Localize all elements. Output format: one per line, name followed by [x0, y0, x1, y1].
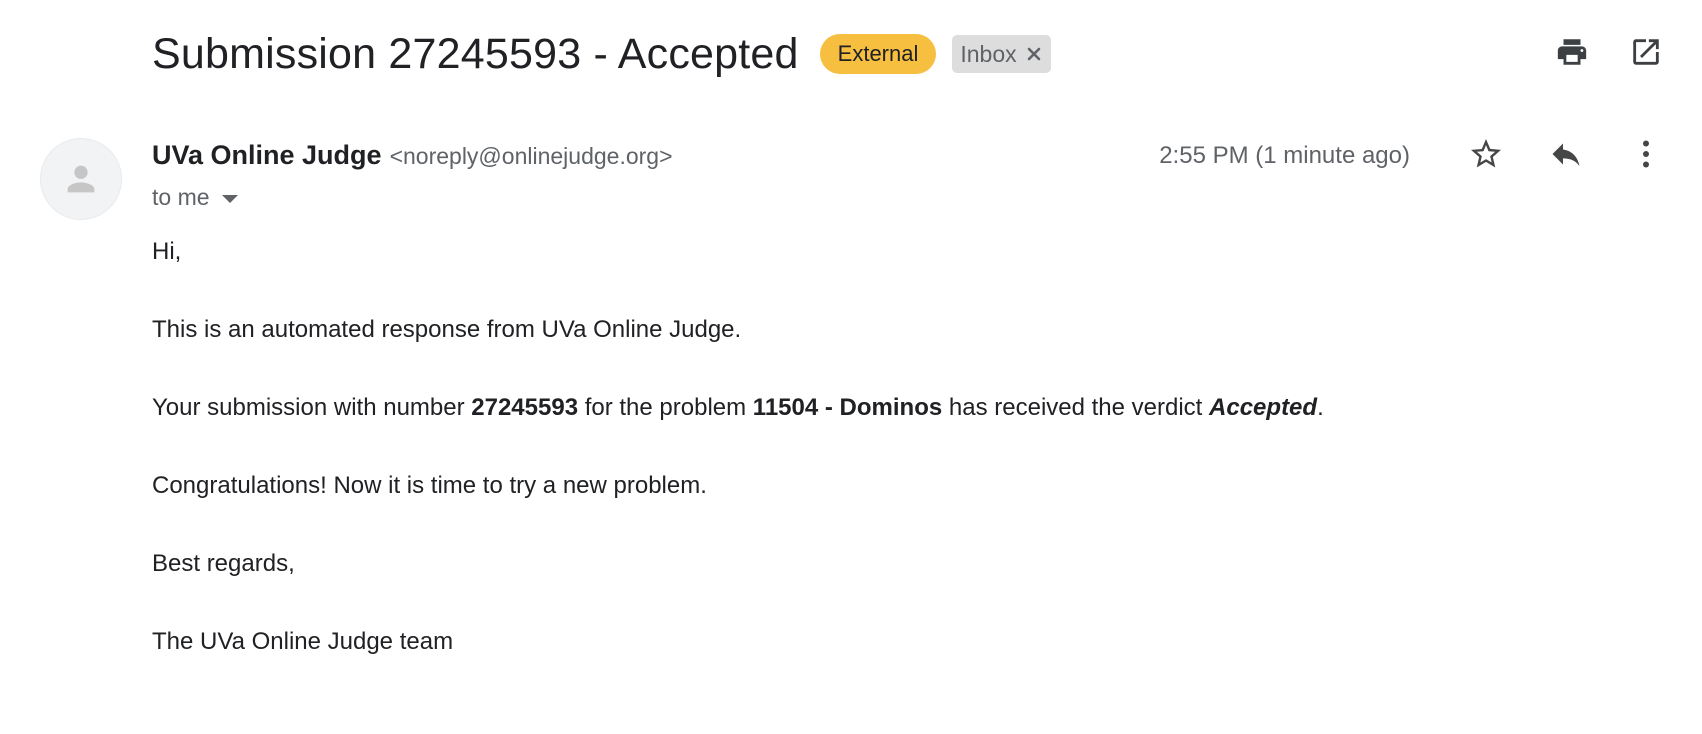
message-actions	[1468, 136, 1664, 172]
thread-actions	[1554, 34, 1664, 70]
recipient-details-toggle[interactable]: to me	[152, 184, 238, 211]
verdict-suffix: has received the verdict	[942, 394, 1210, 421]
message-body: Hi, This is an automated response from U…	[152, 238, 1324, 706]
verdict-end: .	[1317, 394, 1324, 421]
inbox-label[interactable]: Inbox	[952, 35, 1051, 73]
print-button[interactable]	[1554, 34, 1590, 70]
body-signature: The UVa Online Judge team	[152, 628, 454, 655]
body-congrats: Congratulations! Now it is time to try a…	[152, 472, 707, 499]
reply-button[interactable]	[1548, 136, 1584, 172]
external-label: External	[819, 34, 937, 74]
recipient-label: to me	[152, 184, 210, 210]
verdict-middle: for the problem	[578, 394, 753, 421]
email-subject: Submission 27245593 - Accepted	[152, 29, 799, 78]
verdict-value: Accepted	[1209, 394, 1318, 421]
caret-down-icon	[221, 194, 238, 203]
body-closing: Best regards,	[152, 550, 295, 577]
inbox-label-text: Inbox	[960, 41, 1017, 67]
verdict-prefix: Your submission with number	[152, 394, 472, 421]
person-icon	[67, 165, 95, 193]
print-icon	[1557, 39, 1587, 65]
submission-number: 27245593	[471, 394, 579, 421]
sender-line: UVa Online Judge <noreply@onlinejudge.or…	[152, 140, 673, 171]
more-options-button[interactable]	[1628, 136, 1664, 172]
avatar[interactable]	[40, 138, 122, 220]
body-greeting: Hi,	[152, 238, 182, 265]
problem-name: 11504 - Dominos	[752, 394, 943, 421]
reply-icon	[1552, 143, 1580, 166]
more-vert-icon	[1643, 140, 1649, 168]
subject-row: Submission 27245593 - Accepted External …	[152, 24, 1051, 84]
open-in-new-window-button[interactable]	[1628, 34, 1664, 70]
star-button[interactable]	[1468, 136, 1504, 172]
star-icon	[1471, 139, 1501, 168]
sender-email: <noreply@onlinejudge.org>	[389, 143, 673, 169]
body-intro: This is an automated response from UVa O…	[152, 316, 742, 343]
remove-label-icon[interactable]	[1025, 45, 1043, 63]
sender-name[interactable]: UVa Online Judge	[152, 140, 382, 171]
message-timestamp: 2:55 PM (1 minute ago)	[1159, 142, 1410, 169]
body-verdict: Your submission with number 27245593 for…	[152, 394, 1324, 422]
open-in-new-icon	[1633, 39, 1659, 65]
